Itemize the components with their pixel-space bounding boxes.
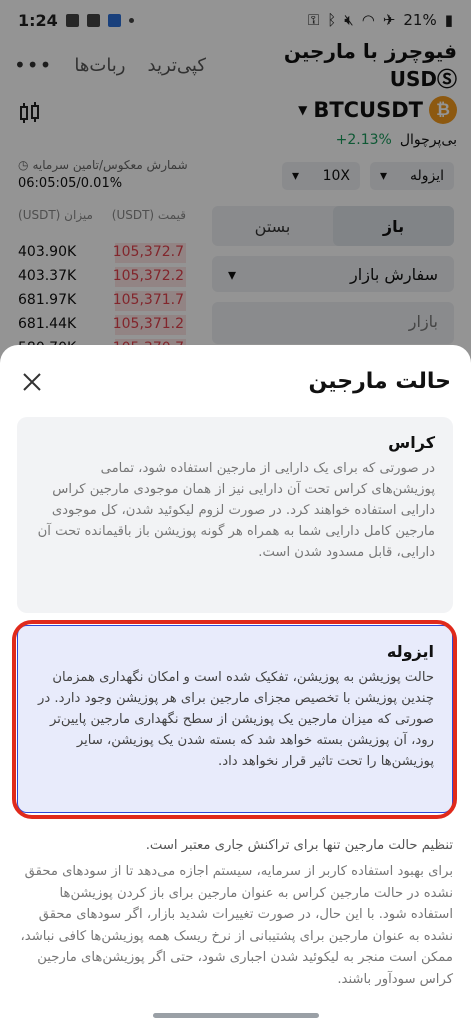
home-indicator[interactable] bbox=[153, 1013, 319, 1018]
close-icon[interactable] bbox=[20, 370, 44, 394]
unrealized-pnl-note: برای بهبود استفاده کاربر از سرمایه، سیست… bbox=[20, 864, 453, 987]
margin-mode-sheet: حالت مارجین کراس در صورتی که برای یک دار… bbox=[0, 345, 471, 1024]
margin-mode-note: تنظیم حالت مارجین تنها برای تراکنش جاری … bbox=[145, 838, 453, 853]
cross-option-description: در صورتی که برای یک دارایی از مارجین است… bbox=[37, 461, 435, 560]
isolated-option-title: ایزوله bbox=[386, 642, 434, 661]
cross-margin-option[interactable]: کراس در صورتی که برای یک دارایی از مارجی… bbox=[17, 417, 453, 613]
isolated-margin-option[interactable]: ایزوله حالت پوزیشن به پوزیشن، تفکیک شده … bbox=[17, 625, 453, 813]
cross-option-title: کراس bbox=[388, 433, 435, 452]
sheet-title: حالت مارجین bbox=[308, 369, 451, 394]
isolated-option-description: حالت پوزیشن به پوزیشن، تفکیک شده است و ا… bbox=[37, 670, 434, 769]
